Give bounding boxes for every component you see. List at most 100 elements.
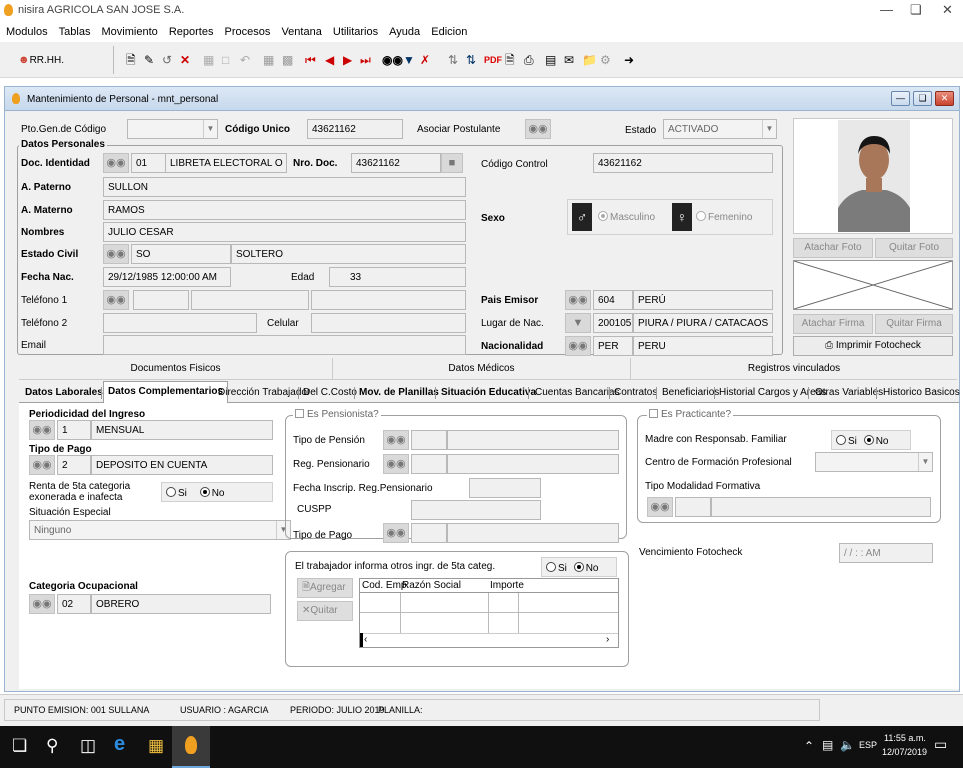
quitar-button[interactable]: ✕Quitar	[297, 601, 353, 621]
window-close-button[interactable]: ✕	[935, 91, 954, 106]
windows-start-icon[interactable]: ❏	[12, 736, 27, 756]
telefono1-code-field[interactable]	[133, 290, 189, 310]
situacion-especial-combo[interactable]: Ninguno	[29, 520, 291, 540]
pais-emisor-binoculars-icon[interactable]: ◉◉	[565, 290, 591, 310]
estado-civil-binoculars-icon[interactable]: ◉◉	[103, 244, 129, 264]
a-paterno-field[interactable]: SULLON	[103, 177, 466, 197]
volume-icon[interactable]: 🔈	[840, 738, 855, 752]
menu-ventana[interactable]: Ventana	[277, 22, 325, 38]
pto-gen-combo[interactable]: ▼	[127, 119, 218, 139]
menu-tablas[interactable]: Tablas	[55, 22, 95, 38]
modalidad-code-field[interactable]	[675, 497, 711, 517]
tab-historico-basicos[interactable]: Historico Basicos	[883, 385, 960, 403]
first-record-icon[interactable]: ⏮	[305, 51, 316, 69]
chevron-up-icon[interactable]: ⌃	[804, 739, 814, 753]
edit-pencil-icon[interactable]: ✎	[144, 51, 154, 69]
tipo-pension-binoculars-icon[interactable]: ◉◉	[383, 430, 409, 450]
tab-datos-laborales[interactable]: Datos Laborales	[25, 385, 103, 403]
mail-icon[interactable]: ✉	[564, 51, 574, 69]
tipo-pago-pension-binoculars-icon[interactable]: ◉◉	[383, 523, 409, 543]
codigo-unico-field[interactable]: 43621162	[307, 119, 403, 139]
tab-mov-planillas[interactable]: Mov. de Planillas	[359, 385, 439, 403]
telefono1-extra-field[interactable]	[311, 290, 466, 310]
open-folder-icon[interactable]: 📁	[582, 51, 597, 69]
grid-filter-icon[interactable]: ▩	[282, 51, 293, 69]
categoria-binoculars-icon[interactable]: ◉◉	[29, 594, 55, 614]
window-minimize-button[interactable]: —	[891, 91, 910, 106]
file-explorer-icon[interactable]: ▦	[148, 736, 164, 756]
tab-del-c-costo[interactable]: Del C.Costo	[303, 385, 357, 403]
lugar-nac-filter-icon[interactable]: ▼	[565, 313, 591, 333]
search-icon[interactable]: ⚲	[46, 736, 58, 756]
filter-icon[interactable]: ▼	[403, 51, 415, 69]
import-icon[interactable]: ⇅	[448, 51, 458, 69]
renta-no-radio[interactable]: No	[199, 487, 224, 499]
doc-code-field[interactable]: 01	[131, 153, 167, 173]
tab-datos-medicos[interactable]: Datos Médicos	[333, 358, 631, 380]
edge-browser-icon[interactable]: e	[114, 733, 125, 756]
otros-si-radio[interactable]: Si	[546, 562, 567, 574]
last-record-icon[interactable]: ⏭	[360, 51, 371, 69]
notification-icon[interactable]: ▭	[934, 736, 947, 753]
asociar-binoculars-icon[interactable]: ◉◉	[525, 119, 551, 139]
search-binoculars-icon[interactable]: ◉◉	[382, 51, 403, 69]
codigo-control-field[interactable]: 43621162	[593, 153, 773, 173]
agregar-button[interactable]: 🗎Agregar	[297, 578, 353, 598]
telefono1-field[interactable]	[191, 290, 309, 310]
language-indicator[interactable]: ESP	[859, 740, 877, 750]
estado-civil-code-field[interactable]: SO	[131, 244, 231, 264]
periodicidad-code-field[interactable]: 1	[57, 420, 91, 440]
tab-cuentas-bancarias[interactable]: Cuentas Bancarias	[535, 385, 620, 403]
nro-doc-person-icon[interactable]: ■	[441, 153, 463, 173]
atachar-foto-button[interactable]: Atachar Foto	[793, 238, 873, 258]
task-view-icon[interactable]: ◫	[80, 736, 96, 756]
telefono2-field[interactable]	[103, 313, 257, 333]
nombres-field[interactable]: JULIO CESAR	[103, 222, 466, 242]
save-icon[interactable]: □	[222, 51, 229, 69]
new-icon[interactable]: 🗎	[126, 51, 136, 69]
madre-si-radio[interactable]: Si	[836, 435, 857, 447]
undo-edit-icon[interactable]: ↺	[162, 51, 172, 69]
document-icon[interactable]: ▤	[545, 51, 556, 69]
tab-otras-variables[interactable]: Otras Variables	[815, 385, 883, 403]
fecha-inscrip-field[interactable]	[469, 478, 541, 498]
nacionalidad-binoculars-icon[interactable]: ◉◉	[565, 336, 591, 356]
otros-no-radio[interactable]: No	[573, 562, 598, 574]
tab-beneficiarios[interactable]: Beneficiarios	[662, 385, 719, 403]
doc-identidad-binoculars-icon[interactable]: ◉◉	[103, 153, 129, 173]
clock-date[interactable]: 12/07/2019	[882, 747, 927, 757]
network-icon[interactable]: ▤	[822, 738, 833, 752]
preview-icon[interactable]: 🗎	[505, 51, 515, 69]
menu-modulos[interactable]: Modulos	[0, 22, 52, 38]
centro-formacion-combo[interactable]: ▼	[815, 452, 933, 472]
estado-combo[interactable]: ACTIVADO	[663, 119, 777, 139]
tab-contratos[interactable]: Contratos	[614, 385, 657, 403]
fecha-nac-field[interactable]: 29/12/1985 12:00:00 AM	[103, 267, 231, 287]
tab-datos-complementarios[interactable]: Datos Complementarios	[103, 381, 229, 404]
nacionalidad-code-field[interactable]: PER	[593, 336, 633, 356]
nro-doc-field[interactable]: 43621162	[351, 153, 441, 173]
practicante-checkbox[interactable]: Es Practicante?	[647, 409, 734, 420]
copy-icon[interactable]: ▦	[203, 51, 214, 69]
pdf-icon[interactable]: PDF	[484, 51, 502, 69]
reg-pensionario-code-field[interactable]	[411, 454, 447, 474]
tipo-pago-pension-code-field[interactable]	[411, 523, 447, 543]
grid-icon[interactable]: ▦	[263, 51, 274, 69]
window-restore-button[interactable]: ❏	[913, 91, 932, 106]
telefono1-binoculars-icon[interactable]: ◉◉	[103, 290, 129, 310]
tab-historial-cargos[interactable]: Historial Cargos y Areas	[719, 385, 826, 403]
delete-icon[interactable]: ✕	[180, 51, 190, 69]
tab-documentos-fisicos[interactable]: Documentos Fisicos	[19, 358, 333, 380]
tipo-pension-code-field[interactable]	[411, 430, 447, 450]
restore-icon[interactable]: ❏	[910, 2, 922, 18]
grid-horizontal-scrollbar[interactable]: ‹ ›	[360, 633, 618, 647]
clear-filter-icon[interactable]: ✗	[420, 51, 430, 69]
menu-procesos[interactable]: Procesos	[221, 22, 275, 38]
masculino-radio[interactable]: Masculino	[598, 211, 655, 223]
quitar-firma-button[interactable]: Quitar Firma	[875, 314, 953, 334]
celular-field[interactable]	[311, 313, 466, 333]
prev-record-icon[interactable]: ◀	[325, 51, 334, 69]
otros-ingresos-grid[interactable]: Cod. Emp. Razón Social Importe ‹ ›	[359, 578, 619, 648]
imprimir-fotocheck-button[interactable]: ⎙ Imprimir Fotocheck	[793, 336, 953, 356]
menu-ayuda[interactable]: Ayuda	[385, 22, 424, 38]
